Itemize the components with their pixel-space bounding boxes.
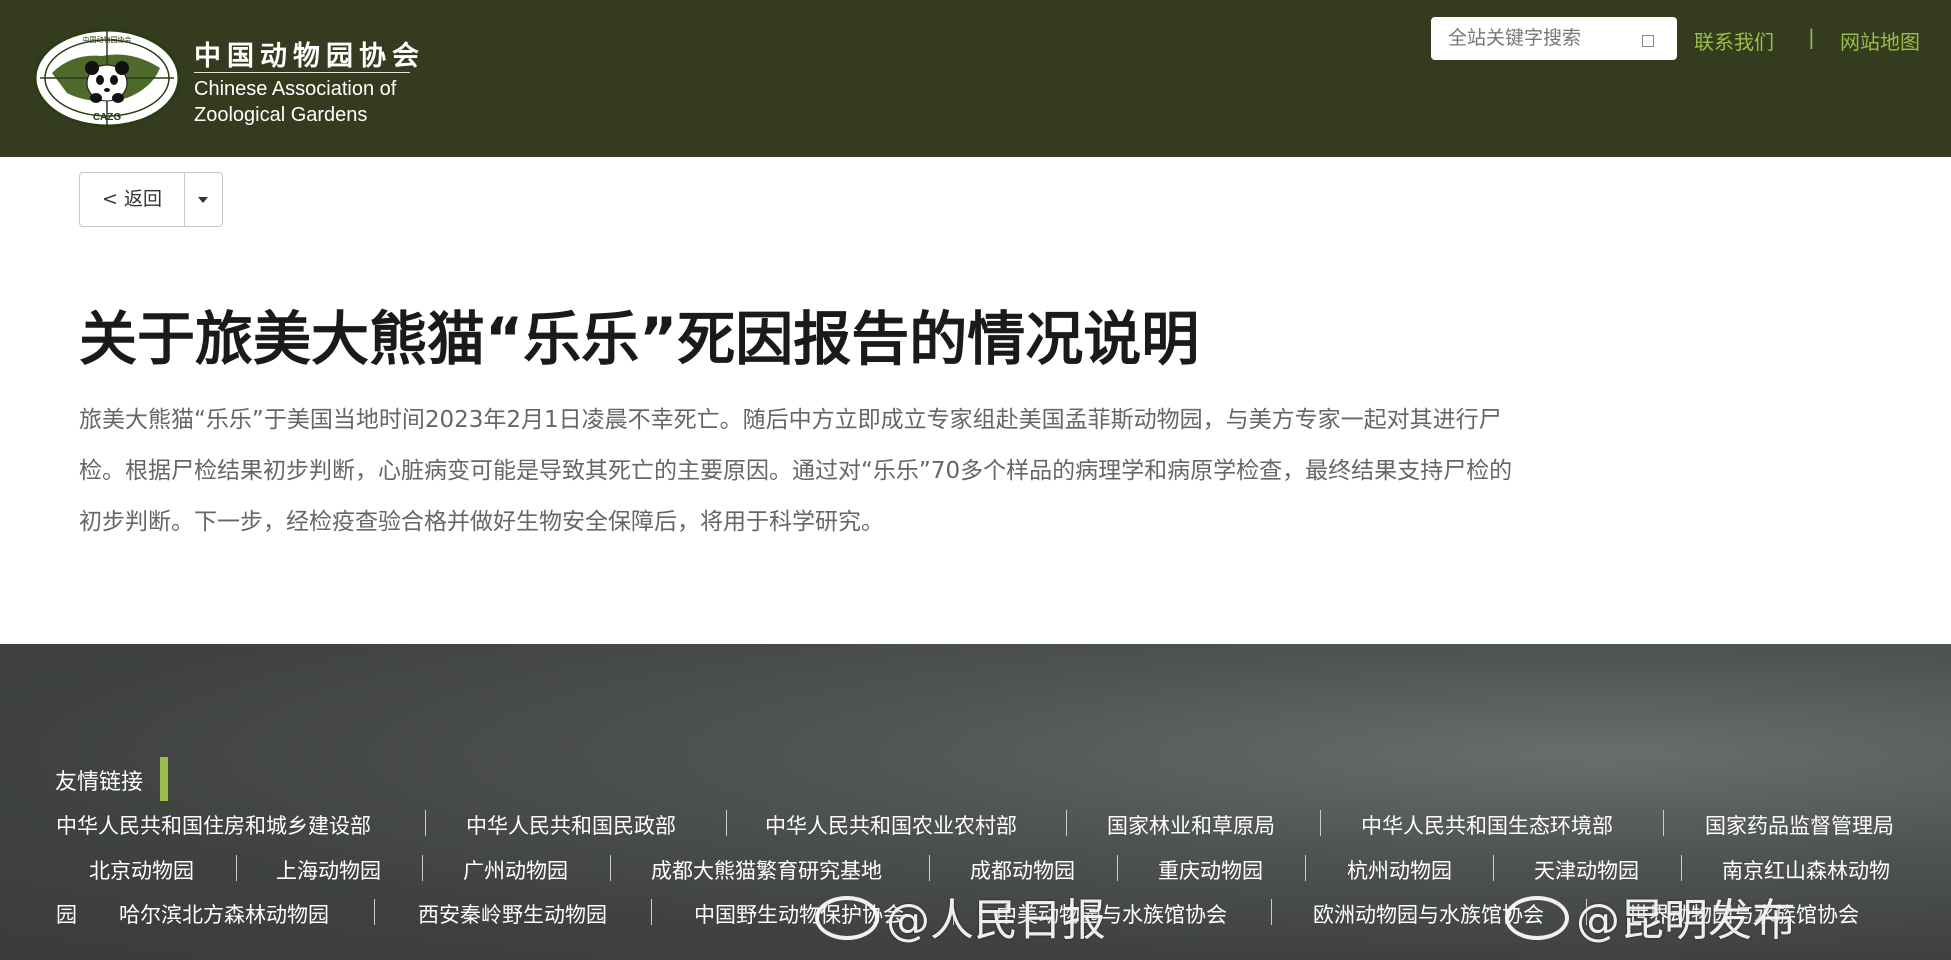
link-separator	[726, 810, 727, 836]
friend-link[interactable]: 杭州动物园	[1347, 855, 1452, 885]
friend-link[interactable]: 中华人民共和国民政部	[466, 810, 676, 840]
friend-links-accent	[160, 757, 168, 801]
caret-down-icon	[198, 197, 208, 203]
watermark-people-daily: @人民日报	[886, 895, 1106, 946]
friend-link[interactable]: 中华人民共和国住房和城乡建设部	[56, 810, 371, 840]
friend-link[interactable]: 中华人民共和国农业农村部	[765, 810, 1017, 840]
link-separator	[422, 855, 423, 881]
link-separator	[1066, 810, 1067, 836]
logo-english-name: Chinese Association of Zoological Garden…	[194, 76, 396, 128]
site-search	[1431, 17, 1677, 60]
friend-link[interactable]: 重庆动物园	[1158, 855, 1263, 885]
link-separator	[1663, 810, 1664, 836]
logo-chinese-name: 中国动物园协会	[194, 41, 425, 72]
sitemap-link[interactable]: 网站地图	[1840, 26, 1920, 55]
friend-link[interactable]: 成都动物园	[970, 855, 1075, 885]
panda-emblem-icon: CAZG 中国动物园协会	[33, 28, 181, 128]
article-body: 旅美大熊猫“乐乐”于美国当地时间2023年2月1日凌晨不幸死亡。随后中方立即成立…	[79, 407, 1513, 535]
watermark-kunming-release: @昆明发布	[1576, 895, 1796, 946]
back-button[interactable]: < 返回	[80, 173, 184, 226]
link-separator	[1305, 855, 1306, 881]
link-separator	[1493, 855, 1494, 881]
logo-english-line1: Chinese Association of	[194, 78, 397, 100]
friend-link[interactable]: 国家药品监督管理局	[1705, 810, 1894, 840]
friend-link[interactable]: 南京红山森林动物	[1722, 855, 1890, 885]
site-footer: 友情链接 中华人民共和国住房和城乡建设部 中华人民共和国民政部 中华人民共和国农…	[0, 644, 1951, 960]
link-separator	[929, 855, 930, 881]
friend-link[interactable]: 广州动物园	[463, 855, 568, 885]
back-button-group: < 返回	[79, 172, 223, 227]
friend-link[interactable]: 成都大熊猫繁育研究基地	[651, 855, 882, 885]
site-header: CAZG 中国动物园协会 中国动物园协会 Chinese Association…	[0, 0, 1951, 157]
link-separator	[651, 899, 652, 925]
search-input[interactable]	[1448, 27, 1638, 49]
link-separator	[610, 855, 611, 881]
header-link-separator: |	[1808, 25, 1815, 49]
emblem-text: CAZG	[93, 112, 122, 123]
friend-link[interactable]: 西安秦岭野生动物园	[418, 899, 607, 929]
weibo-logo-icon	[1505, 896, 1569, 940]
search-icon[interactable]	[1642, 35, 1654, 47]
link-separator	[1117, 855, 1118, 881]
link-separator	[374, 899, 375, 925]
friend-link[interactable]: 园	[56, 899, 77, 929]
logo-divider	[194, 72, 410, 73]
link-separator	[1271, 899, 1272, 925]
logo-english-line2: Zoological Gardens	[194, 104, 368, 126]
friend-link[interactable]: 哈尔滨北方森林动物园	[119, 899, 329, 929]
article-title: 关于旅美大熊猫“乐乐”死因报告的情况说明	[79, 305, 1200, 373]
emblem-top-text: 中国动物园协会	[83, 35, 132, 44]
link-separator	[425, 810, 426, 836]
friend-links-title: 友情链接	[55, 770, 144, 795]
friend-link[interactable]: 国家林业和草原局	[1107, 810, 1275, 840]
friend-link[interactable]: 上海动物园	[276, 855, 381, 885]
link-separator	[1681, 855, 1682, 881]
weibo-logo-icon	[815, 896, 879, 940]
contact-us-link[interactable]: 联系我们	[1694, 26, 1774, 55]
back-dropdown-toggle[interactable]	[185, 173, 222, 226]
friend-link[interactable]: 中华人民共和国生态环境部	[1361, 810, 1613, 840]
link-separator	[236, 855, 237, 881]
link-separator	[1320, 810, 1321, 836]
friend-link[interactable]: 天津动物园	[1534, 855, 1639, 885]
friend-link[interactable]: 北京动物园	[89, 855, 194, 885]
